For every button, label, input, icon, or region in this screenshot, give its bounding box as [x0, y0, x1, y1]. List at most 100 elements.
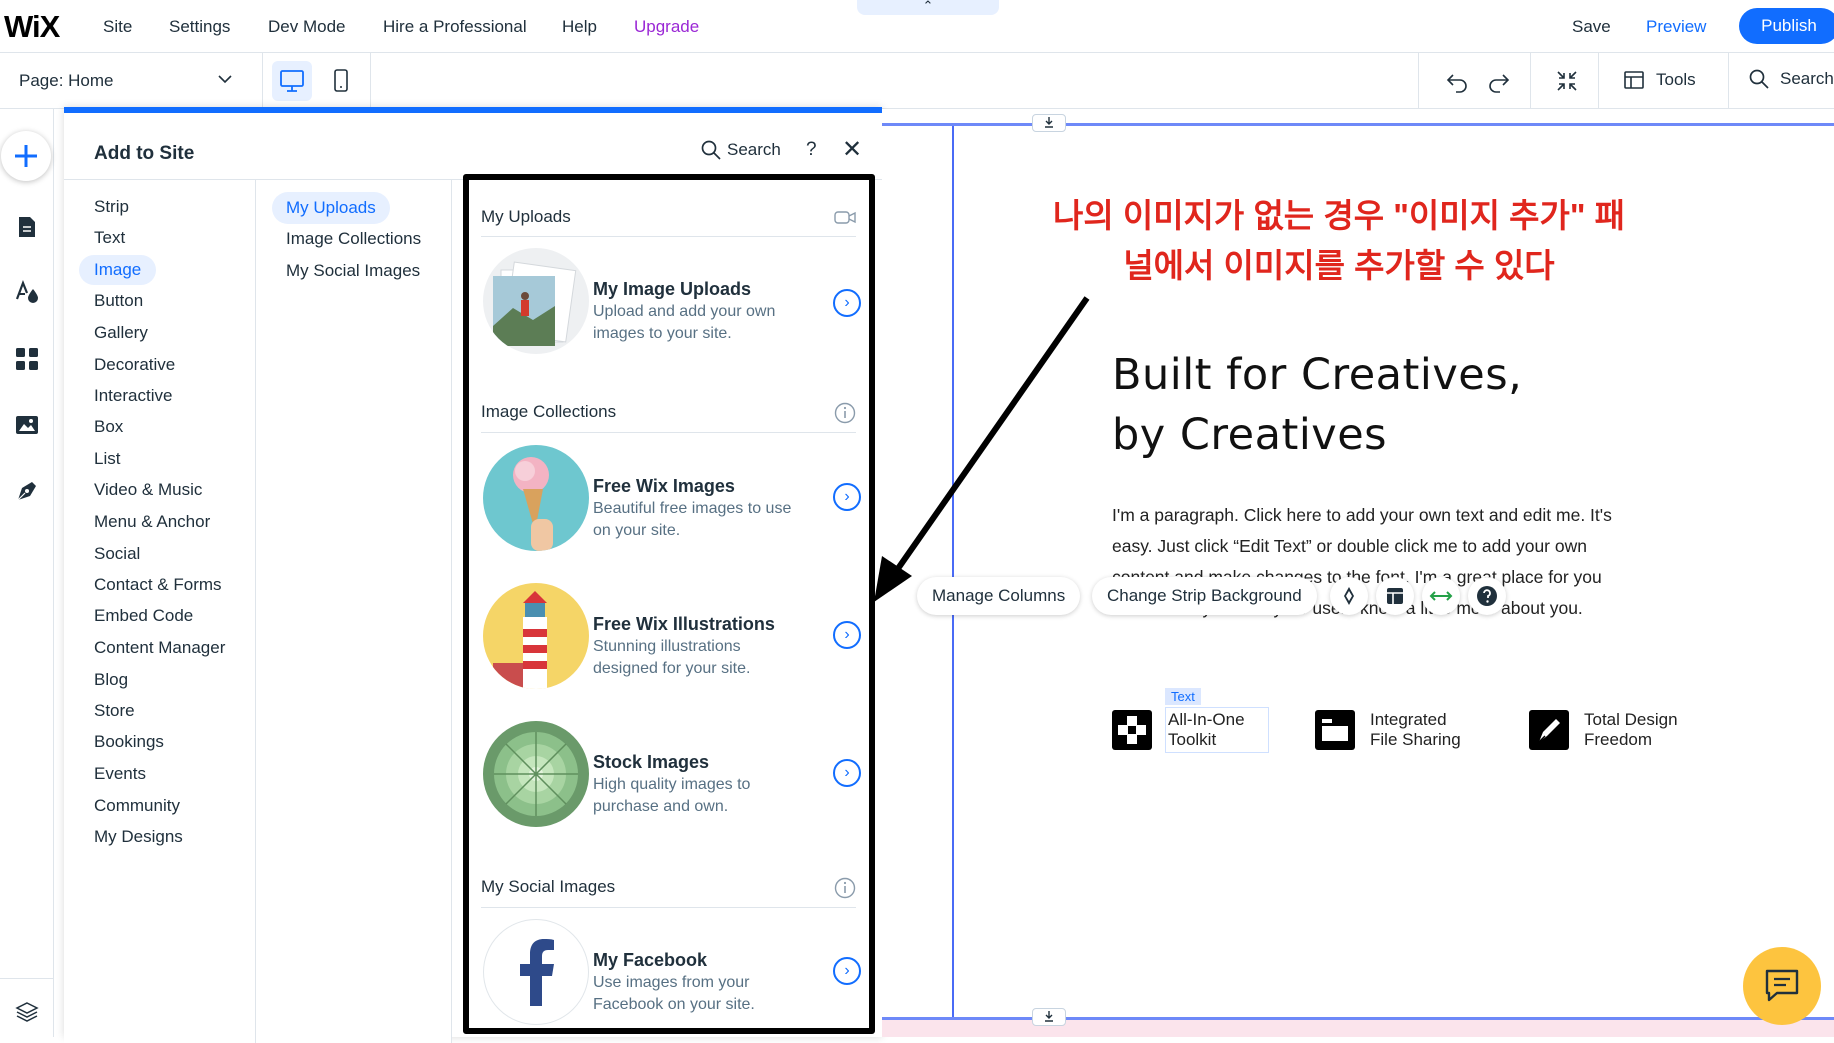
strip-handle-bottom[interactable] — [1032, 1008, 1066, 1026]
category-decorative[interactable]: Decorative — [94, 350, 175, 380]
text-element-tag: Text — [1165, 688, 1201, 705]
tools-label: Tools — [1656, 70, 1696, 89]
menu-site[interactable]: Site — [103, 17, 132, 37]
feature-design-freedom[interactable]: Total Design Freedom — [1584, 710, 1678, 750]
editor-toolbar: Page: Home Tools Search — [0, 53, 1834, 109]
category-bookings[interactable]: Bookings — [94, 727, 164, 757]
download-icon — [1045, 1011, 1053, 1022]
close-icon[interactable]: ✕ — [842, 135, 862, 164]
annotation-highlight-box — [463, 174, 875, 1034]
divider — [1728, 53, 1729, 109]
menu-hire-professional[interactable]: Hire a Professional — [383, 17, 527, 37]
media-icon[interactable] — [14, 412, 40, 438]
category-interactive[interactable]: Interactive — [94, 381, 172, 411]
column-guide — [952, 126, 954, 1017]
annotation-note: 나의 이미지가 없는 경우 "이미지 추가" 패널에서 이미지를 추가할 수 있… — [1052, 197, 1626, 284]
category-gallery[interactable]: Gallery — [94, 318, 148, 348]
divider — [262, 53, 263, 109]
wix-logo[interactable]: WiX — [4, 9, 60, 45]
category-list: Strip Text Image Button Gallery Decorati… — [64, 180, 256, 1043]
headline-line-1: Built for Creatives, — [1112, 350, 1523, 400]
category-box[interactable]: Box — [94, 412, 123, 442]
mobile-icon — [334, 69, 348, 92]
menu-dev-mode[interactable]: Dev Mode — [268, 17, 345, 37]
search-button[interactable]: Search — [1748, 68, 1834, 90]
manage-columns-button[interactable]: Manage Columns — [917, 577, 1081, 615]
feature-all-in-one[interactable]: All-In-One Toolkit — [1168, 710, 1245, 750]
category-list[interactable]: List — [94, 444, 120, 474]
tools-icon — [1624, 71, 1644, 89]
left-rail — [0, 109, 54, 1037]
category-strip[interactable]: Strip — [94, 192, 129, 222]
undo-icon[interactable] — [1444, 67, 1472, 100]
category-contact-forms[interactable]: Contact & Forms — [94, 570, 222, 600]
divider — [1418, 53, 1419, 109]
divider — [0, 978, 54, 979]
pen-icon[interactable] — [14, 478, 40, 504]
hero-headline[interactable]: Built for Creatives, by Creatives — [1112, 345, 1522, 465]
menu-help[interactable]: Help — [562, 17, 597, 37]
divider — [1598, 53, 1599, 109]
stretch-icon[interactable] — [1422, 577, 1460, 615]
publish-button[interactable]: Publish — [1739, 8, 1834, 44]
feature-file-sharing[interactable]: Integrated File Sharing — [1370, 710, 1461, 750]
category-text[interactable]: Text — [94, 223, 125, 253]
subcategory-image-collections[interactable]: Image Collections — [286, 223, 421, 255]
chat-icon — [1765, 969, 1799, 1002]
animation-icon[interactable] — [1330, 577, 1368, 615]
tools-button[interactable]: Tools — [1622, 68, 1696, 92]
design-icon[interactable] — [14, 279, 40, 305]
help-icon[interactable]: ? — [806, 139, 817, 161]
divider — [370, 53, 371, 109]
apps-icon[interactable] — [14, 346, 40, 372]
category-menu-anchor[interactable]: Menu & Anchor — [94, 507, 210, 537]
category-community[interactable]: Community — [94, 791, 180, 821]
save-button[interactable]: Save — [1572, 17, 1611, 37]
feature-line: Integrated — [1370, 710, 1447, 729]
zoom-out-icon[interactable] — [1553, 67, 1581, 100]
chevron-up-icon: ⌃ — [922, 0, 934, 13]
change-strip-background-button[interactable]: Change Strip Background — [1092, 577, 1317, 615]
download-icon — [1045, 117, 1053, 128]
feature-line: Toolkit — [1168, 730, 1217, 749]
pages-icon[interactable] — [14, 214, 40, 240]
category-embed-code[interactable]: Embed Code — [94, 601, 193, 631]
category-store[interactable]: Store — [94, 696, 135, 726]
desktop-view-button[interactable] — [272, 61, 312, 101]
menu-settings[interactable]: Settings — [169, 17, 230, 37]
strip-handle-top[interactable] — [1032, 114, 1066, 132]
category-my-designs[interactable]: My Designs — [94, 822, 183, 852]
page-selector[interactable]: Page: Home — [19, 71, 114, 91]
feature-line: Freedom — [1584, 730, 1653, 749]
layout-icon[interactable] — [1376, 577, 1414, 615]
panel-search-button[interactable]: Search — [700, 139, 781, 161]
collapse-topbar-button[interactable]: ⌃ — [857, 0, 999, 15]
redo-icon[interactable] — [1484, 67, 1512, 100]
layers-icon[interactable] — [14, 999, 40, 1025]
divider — [1530, 53, 1531, 109]
category-content-manager[interactable]: Content Manager — [94, 633, 225, 663]
feature-line: Total Design — [1584, 710, 1678, 729]
editor-canvas[interactable]: 나의 이미지가 없는 경우 "이미지 추가" 패널에서 이미지를 추가할 수 있… — [882, 109, 1834, 1037]
menu-upgrade[interactable]: Upgrade — [634, 17, 699, 37]
category-blog[interactable]: Blog — [94, 665, 128, 695]
search-icon — [701, 140, 721, 160]
category-events[interactable]: Events — [94, 759, 146, 789]
headline-line-2: by Creatives — [1112, 410, 1388, 460]
subcategory-my-social-images[interactable]: My Social Images — [286, 255, 420, 287]
add-elements-button[interactable] — [1, 131, 51, 181]
chevron-down-icon[interactable] — [216, 70, 234, 92]
category-button[interactable]: Button — [94, 286, 143, 316]
toolkit-icon — [1112, 710, 1152, 750]
category-video-music[interactable]: Video & Music — [94, 475, 202, 505]
subcategory-my-uploads[interactable]: My Uploads — [272, 192, 390, 224]
category-image[interactable]: Image — [79, 255, 157, 285]
top-bar: WiX Site Settings Dev Mode Hire a Profes… — [0, 0, 1834, 53]
strip-top-border — [882, 123, 1834, 126]
help-icon[interactable] — [1468, 577, 1506, 615]
panel-title: Add to Site — [94, 143, 195, 164]
category-social[interactable]: Social — [94, 539, 140, 569]
mobile-view-button[interactable] — [324, 61, 358, 101]
chat-button[interactable] — [1743, 947, 1821, 1025]
preview-button[interactable]: Preview — [1646, 17, 1706, 37]
